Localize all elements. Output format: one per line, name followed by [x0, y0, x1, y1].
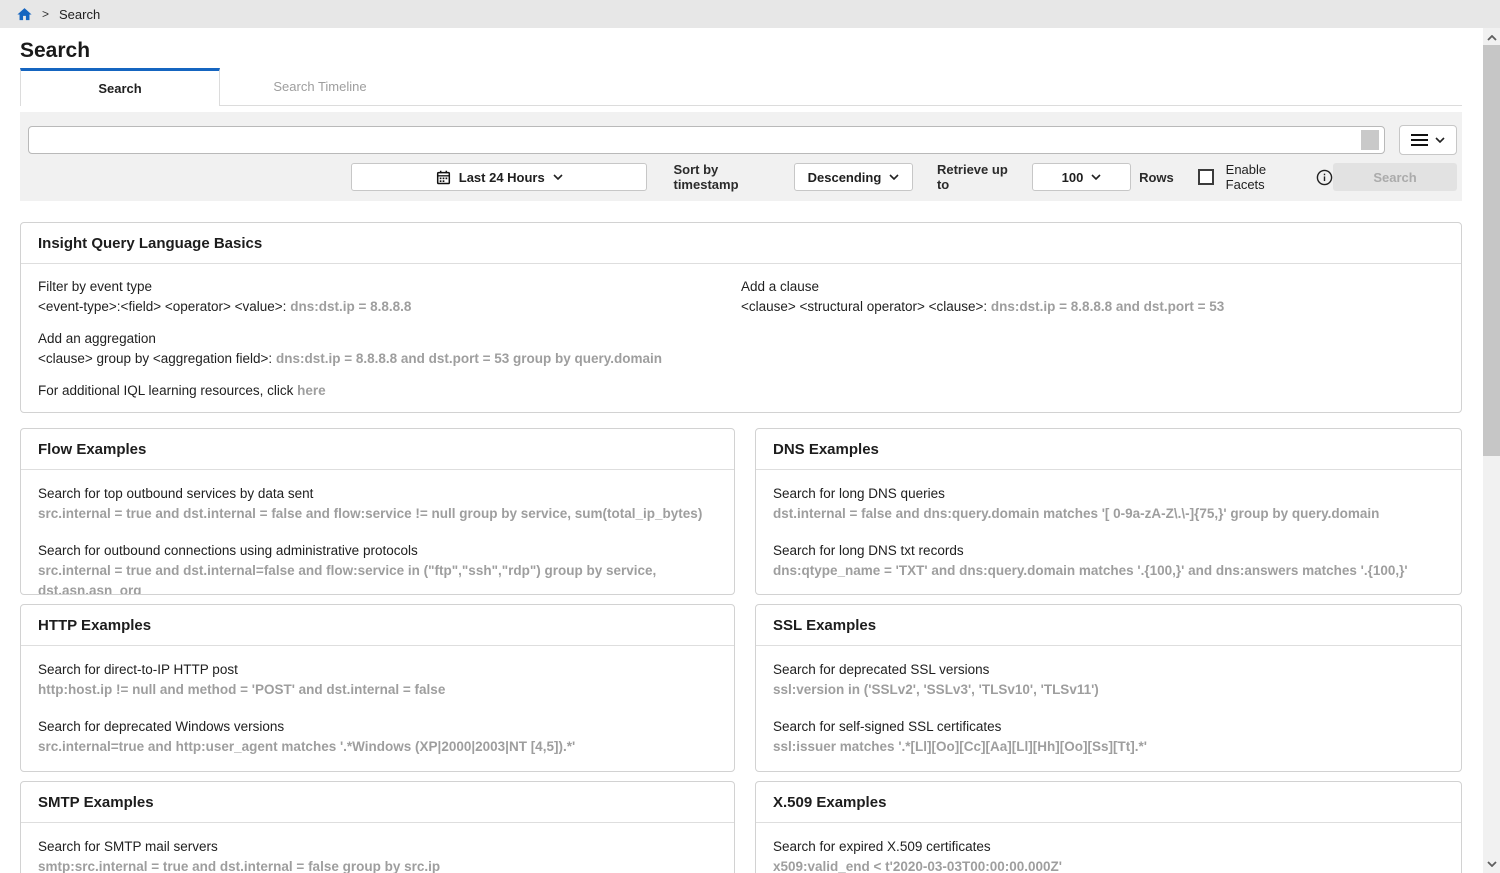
enable-facets-checkbox[interactable] — [1198, 169, 1214, 185]
enable-facets-label[interactable]: Enable Facets — [1226, 162, 1308, 192]
sort-by-label: Sort by timestamp — [673, 162, 785, 192]
scroll-up-icon[interactable] — [1483, 29, 1500, 46]
sort-order-value: Descending — [808, 170, 882, 185]
query-menu-button[interactable] — [1399, 125, 1457, 155]
time-range-button[interactable]: Last 24 Hours — [351, 163, 647, 191]
example-item: Search for self-signed SSL certificates … — [773, 717, 1444, 757]
example-item: Search for long DNS txt records dns:qtyp… — [773, 541, 1444, 581]
home-icon[interactable] — [16, 6, 33, 23]
smtp-examples-card: SMTP Examples Search for SMTP mail serve… — [20, 781, 735, 873]
row-count-dropdown[interactable]: 100 — [1032, 163, 1131, 191]
hamburger-icon — [1411, 131, 1428, 149]
sort-order-dropdown[interactable]: Descending — [794, 163, 913, 191]
chevron-down-icon — [1435, 137, 1445, 143]
example-item: Search for expired X.509 certificates x5… — [773, 837, 1444, 873]
search-toolbar: Last 24 Hours Sort by timestamp Descendi… — [20, 112, 1462, 201]
scrollbar-thumb[interactable] — [1483, 45, 1500, 456]
card-title: SMTP Examples — [21, 782, 734, 823]
chevron-down-icon — [889, 174, 899, 180]
info-icon[interactable] — [1316, 169, 1333, 186]
breadcrumb-separator: > — [42, 7, 49, 21]
dns-examples-card: DNS Examples Search for long DNS queries… — [755, 428, 1462, 595]
breadcrumb: > Search — [0, 0, 1500, 28]
retrieve-up-to-label: Retrieve up to — [937, 162, 1023, 192]
tab-bar: Search Search Timeline — [20, 68, 1462, 106]
example-item: Search for deprecated SSL versions ssl:v… — [773, 660, 1444, 700]
card-title: DNS Examples — [756, 429, 1461, 470]
calendar-icon — [436, 170, 451, 185]
iql-example-filter: Filter by event type <event-type>:<field… — [38, 277, 741, 317]
iql-example-clause: Add a clause <clause> <structural operat… — [741, 277, 1444, 317]
example-item: Search for SMTP mail servers smtp:src.in… — [38, 837, 717, 873]
iql-basics-title: Insight Query Language Basics — [21, 223, 1461, 264]
x509-examples-card: X.509 Examples Search for expired X.509 … — [755, 781, 1462, 873]
iql-basics-card: Insight Query Language Basics Filter by … — [20, 222, 1462, 413]
card-title: X.509 Examples — [756, 782, 1461, 823]
http-examples-card: HTTP Examples Search for direct-to-IP HT… — [20, 604, 735, 772]
rows-label: Rows — [1139, 170, 1174, 185]
time-range-label: Last 24 Hours — [459, 170, 545, 185]
example-item: Search for deprecated Windows versions s… — [38, 717, 717, 757]
tab-search[interactable]: Search — [20, 68, 220, 106]
query-input-wrap — [28, 126, 1385, 154]
flow-examples-card: Flow Examples Search for top outbound se… — [20, 428, 735, 595]
search-query-input[interactable] — [29, 127, 1356, 153]
breadcrumb-current: Search — [59, 7, 100, 22]
search-button[interactable]: Search — [1333, 163, 1457, 191]
scroll-down-icon[interactable] — [1483, 855, 1500, 872]
ssl-examples-card: SSL Examples Search for deprecated SSL v… — [755, 604, 1462, 772]
chevron-down-icon — [1091, 174, 1101, 180]
card-title: SSL Examples — [756, 605, 1461, 646]
iql-example-aggregation: Add an aggregation <clause> group by <ag… — [38, 329, 741, 369]
page-title: Search — [20, 39, 1462, 68]
row-count-value: 100 — [1062, 170, 1084, 185]
tab-bar-filler — [420, 68, 1462, 106]
card-title: Flow Examples — [21, 429, 734, 470]
input-resize-grip[interactable] — [1361, 130, 1379, 150]
example-item: Search for outbound connections using ad… — [38, 541, 717, 595]
vertical-scrollbar[interactable] — [1483, 28, 1500, 873]
iql-learning-resources: For additional IQL learning resources, c… — [38, 381, 741, 401]
here-link[interactable]: here — [297, 383, 326, 398]
example-item: Search for top outbound services by data… — [38, 484, 717, 524]
example-item: Search for direct-to-IP HTTP post http:h… — [38, 660, 717, 700]
example-item: Search for long DNS queries dst.internal… — [773, 484, 1444, 524]
chevron-down-icon — [553, 174, 563, 180]
example-cards-grid: Flow Examples Search for top outbound se… — [20, 428, 1462, 873]
card-title: HTTP Examples — [21, 605, 734, 646]
tab-search-timeline[interactable]: Search Timeline — [220, 68, 420, 106]
